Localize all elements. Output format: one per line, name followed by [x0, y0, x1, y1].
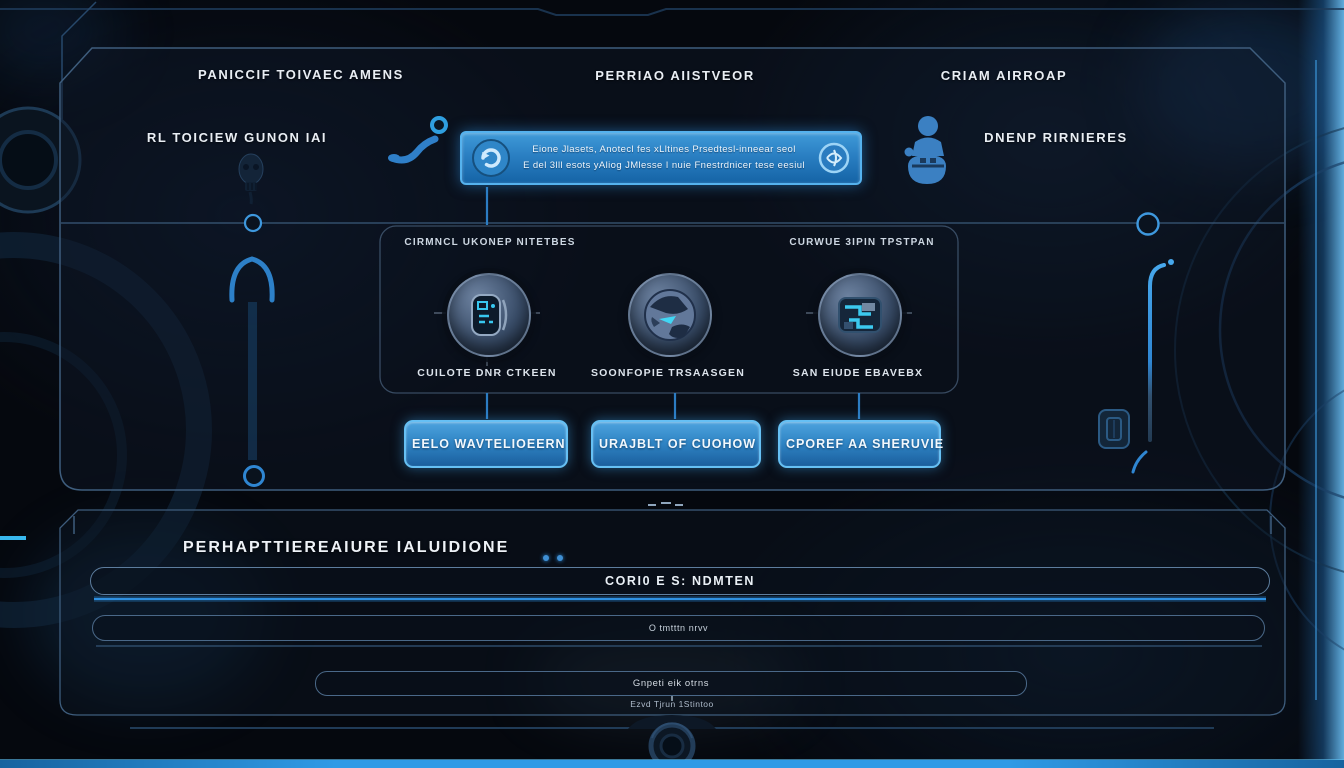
refresh-icon	[471, 138, 511, 178]
circuit-icon[interactable]	[818, 273, 902, 357]
action-button-3[interactable]: CPOREF AA SHERUVIE	[778, 420, 941, 468]
action-button-2[interactable]: URAJBLT OF CUOHOW	[591, 420, 761, 468]
info-banner[interactable]: Eione Jlasets, Anotecl fes xLltines Prse…	[460, 131, 862, 185]
info-line-1: Eione Jlasets, Anotecl fes xLltines Prse…	[519, 142, 809, 158]
subheader-right: DNENP RIRNIERES	[984, 130, 1128, 145]
group-title-left: CIRMNCL UKONEP NITETBES	[404, 237, 575, 248]
badge-icon	[1099, 410, 1129, 448]
dots-indicator	[543, 555, 563, 561]
bottom-bar-primary[interactable]: CORI0 E S: NDMTEN	[90, 567, 1270, 595]
feature-label-2: SOONFOPIE TRSAASGEN	[591, 367, 745, 379]
globe-icon[interactable]	[628, 273, 712, 357]
info-text: Eione Jlasets, Anotecl fes xLltines Prse…	[519, 142, 809, 174]
person-icon	[898, 114, 956, 196]
header-center: PERRIAO AIISTVEOR	[595, 68, 755, 83]
info-line-2: E del 3lll esots yAliog JMlesse I nuie F…	[519, 158, 809, 174]
camera-ring-icon	[628, 715, 716, 767]
device-icon[interactable]	[447, 273, 531, 357]
feature-label-3: SAN EIUDE EBAVEBX	[793, 367, 923, 379]
bottom-bar-tertiary[interactable]: Gnpeti eik otrns	[315, 671, 1027, 696]
header-right: CRIAM AIRROAP	[941, 68, 1067, 83]
header-left: PANICCIF TOIVAEC AMENS	[198, 67, 404, 82]
swirl-icon	[817, 141, 851, 175]
frame-decoration	[0, 0, 1344, 768]
subheader-left: RL TOICIEW GUNON IAI	[147, 130, 327, 145]
group-title-right: CURWUE 3IPIN TPSTPAN	[789, 237, 934, 248]
action-button-1[interactable]: EELO WAVTELIOEERN	[404, 420, 568, 468]
skull-icon	[236, 152, 268, 206]
bottom-bar-secondary[interactable]: O tmtttn nrvv	[92, 615, 1265, 641]
feature-label-1: CUILOTE DNR CTKEEN	[417, 367, 556, 379]
bottom-caption: Ezvd Tjrun 1Stintoo	[630, 699, 714, 709]
hook-icon	[386, 112, 450, 166]
bottom-section-title: PERHAPTTIEREAIURE IALUIDIONE	[183, 539, 509, 557]
